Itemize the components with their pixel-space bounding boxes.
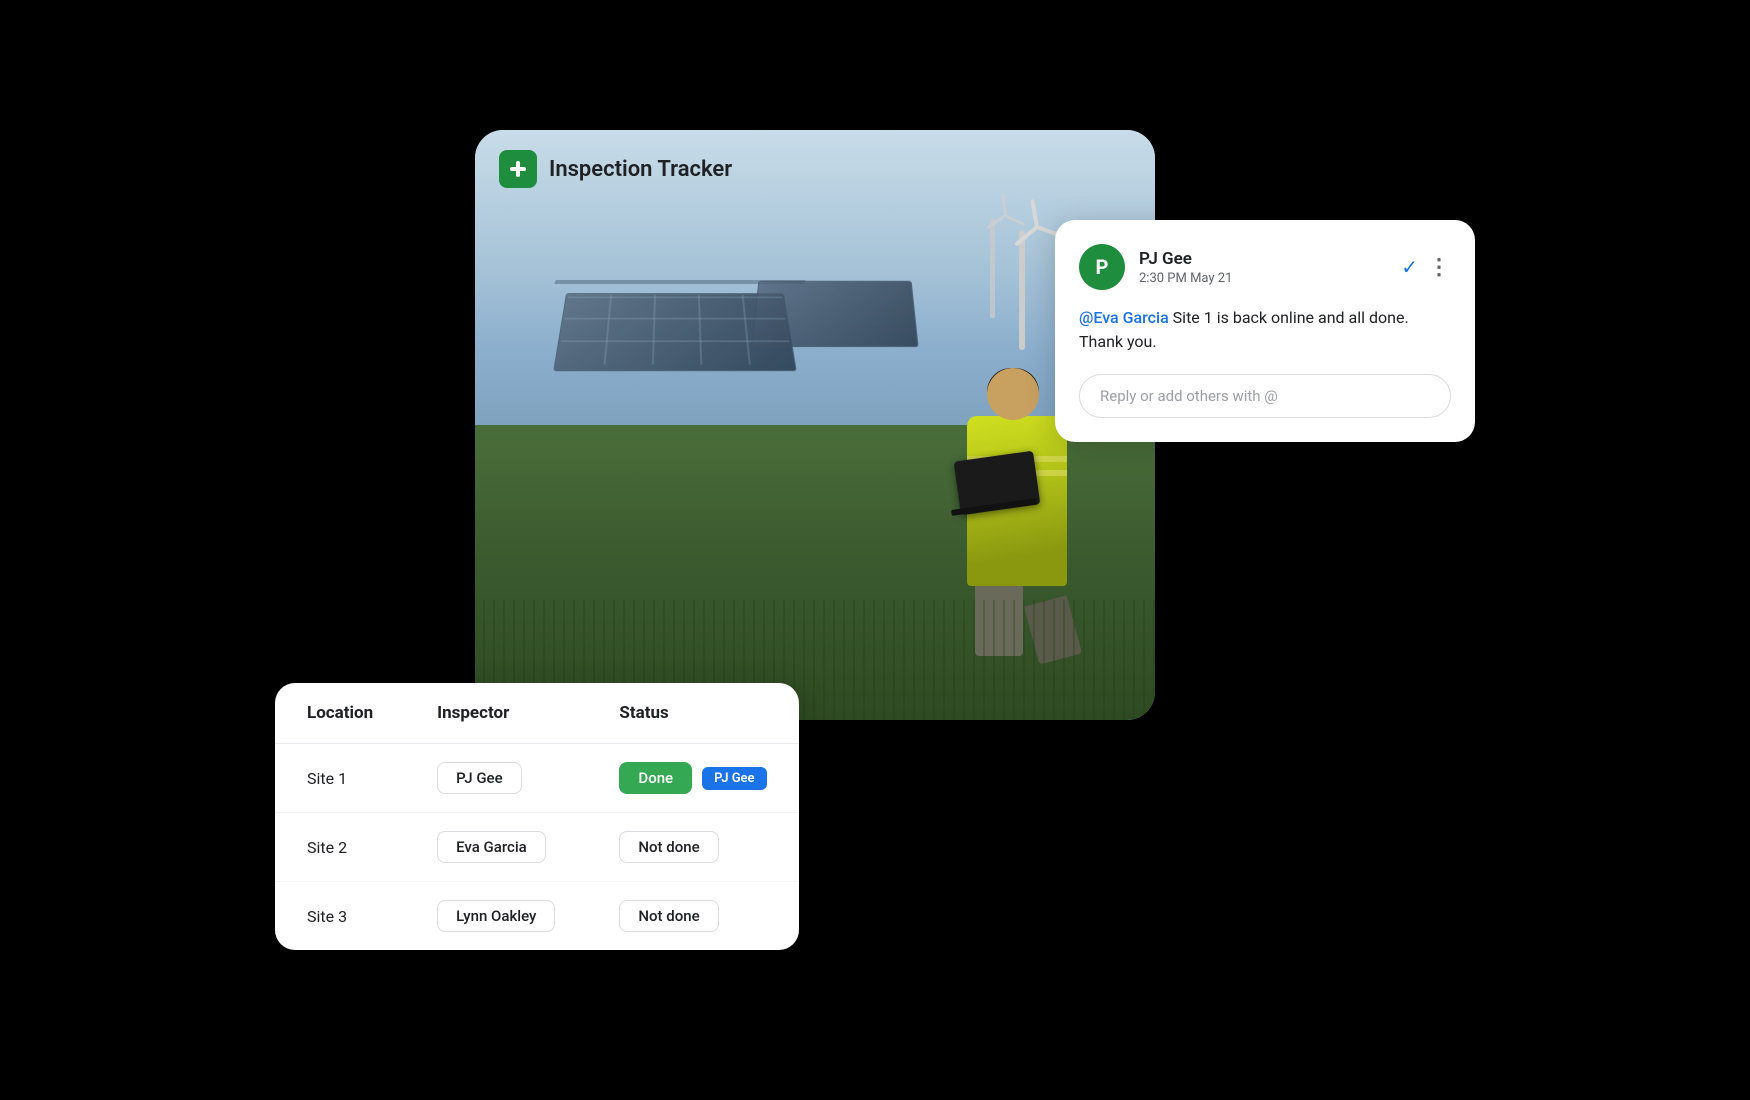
- table-card: Location Inspector Status Site 1PJ GeeDo…: [275, 683, 799, 950]
- tracker-header: Inspection Tracker: [475, 130, 1155, 208]
- inspector-pill: PJ Gee: [437, 762, 522, 794]
- cell-status: Not done: [587, 882, 798, 951]
- chat-header: P PJ Gee 2:30 PM May 21 ✓ ⋮: [1079, 244, 1451, 290]
- mention-tag: @Eva Garcia: [1079, 308, 1169, 327]
- cell-location: Site 2: [275, 813, 405, 882]
- col-header-location: Location: [275, 683, 405, 744]
- status-pill: Done: [619, 762, 692, 794]
- cell-location: Site 1: [275, 744, 405, 813]
- status-cell-container: Not done: [619, 900, 766, 932]
- more-menu-icon[interactable]: ⋮: [1428, 255, 1451, 280]
- reply-placeholder: Reply or add others with @: [1100, 387, 1278, 405]
- cell-inspector: Eva Garcia: [405, 813, 587, 882]
- inspector-pill: Eva Garcia: [437, 831, 546, 863]
- inspector-pill: Lynn Oakley: [437, 900, 555, 932]
- chat-timestamp: 2:30 PM May 21: [1139, 271, 1387, 286]
- status-cell-container: Done PJ Gee: [619, 762, 766, 794]
- cell-inspector: PJ Gee: [405, 744, 587, 813]
- status-cell-container: Not done: [619, 831, 766, 863]
- tooltip-badge: PJ Gee: [702, 767, 766, 790]
- table-row: Site 2 Eva Garcia Not done: [275, 813, 799, 882]
- scene: Inspection Tracker P PJ Gee 2:30 PM May …: [275, 100, 1475, 1000]
- inspection-table: Location Inspector Status Site 1PJ GeeDo…: [275, 683, 799, 950]
- cell-status: Not done: [587, 813, 798, 882]
- table-row: Site 1 PJ Gee Done PJ Gee: [275, 744, 799, 813]
- status-pill: Not done: [619, 831, 718, 863]
- table-row: Site 3 Lynn Oakley Not done: [275, 882, 799, 951]
- chat-sender-info: PJ Gee 2:30 PM May 21: [1139, 249, 1387, 286]
- cell-inspector: Lynn Oakley: [405, 882, 587, 951]
- table-header-row: Location Inspector Status: [275, 683, 799, 744]
- chat-actions: ✓ ⋮: [1401, 255, 1451, 280]
- tracker-title: Inspection Tracker: [549, 157, 732, 182]
- tracker-card: Inspection Tracker: [475, 130, 1155, 720]
- reply-input[interactable]: Reply or add others with @: [1079, 374, 1451, 418]
- cell-location: Site 3: [275, 882, 405, 951]
- chat-message: @Eva Garcia Site 1 is back online and al…: [1079, 306, 1451, 354]
- tracker-icon: [499, 150, 537, 188]
- status-pill: Not done: [619, 900, 718, 932]
- cell-status: Done PJ Gee: [587, 744, 798, 813]
- col-header-inspector: Inspector: [405, 683, 587, 744]
- chat-card: P PJ Gee 2:30 PM May 21 ✓ ⋮ @Eva Garcia …: [1055, 220, 1475, 442]
- avatar: P: [1079, 244, 1125, 290]
- chat-sender-name: PJ Gee: [1139, 249, 1387, 269]
- col-header-status: Status: [587, 683, 798, 744]
- check-icon: ✓: [1401, 255, 1418, 279]
